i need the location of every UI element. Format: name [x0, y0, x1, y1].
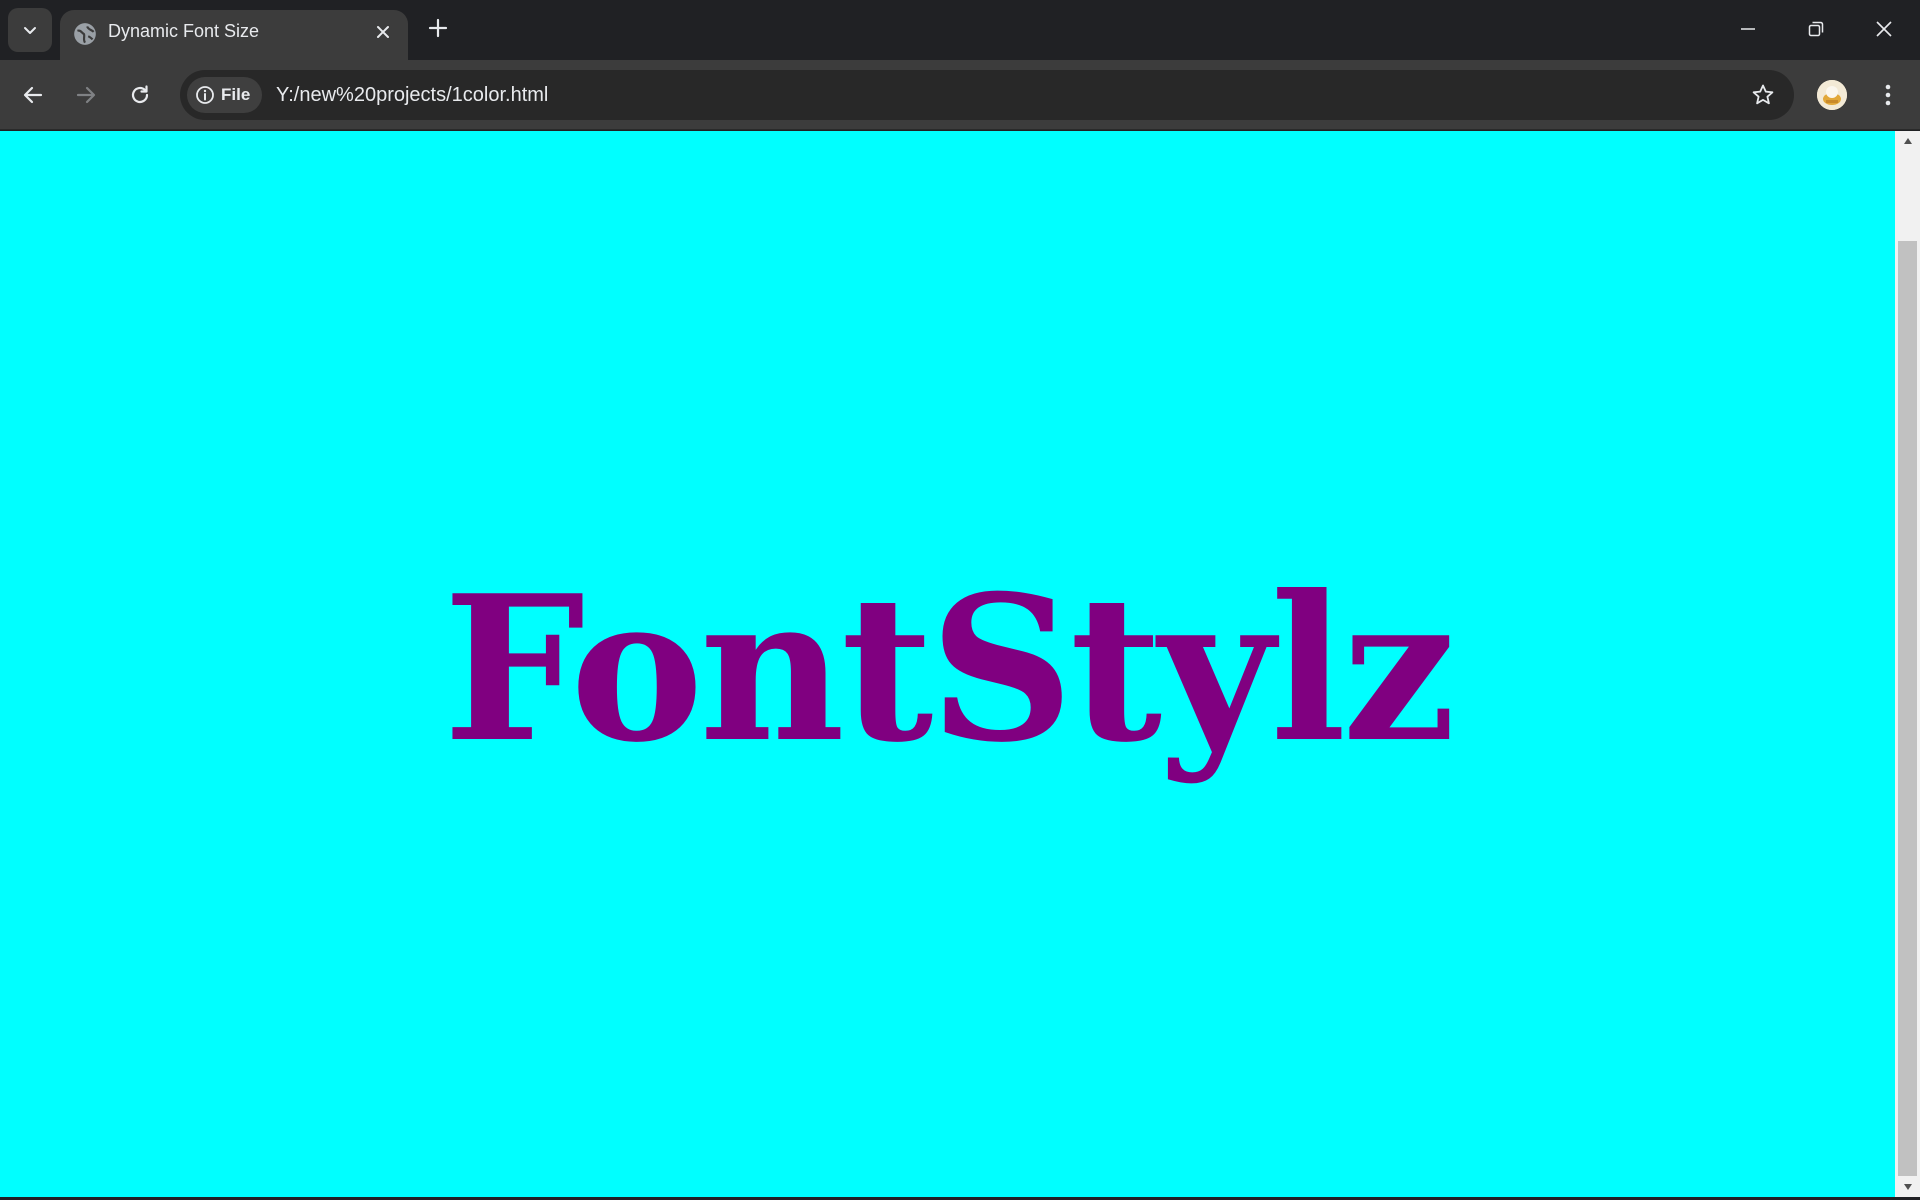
scrollbar-thumb[interactable] — [1898, 241, 1917, 1176]
minimize-button[interactable] — [1714, 0, 1782, 58]
reload-icon — [131, 85, 149, 104]
back-button[interactable] — [11, 73, 55, 117]
avatar-icon — [1817, 80, 1847, 110]
restore-button[interactable] — [1782, 0, 1850, 58]
tab-title: Dynamic Font Size — [108, 21, 260, 41]
profile-avatar[interactable] — [1817, 80, 1847, 110]
vertical-scrollbar[interactable] — [1895, 131, 1920, 1197]
globe-icon — [74, 23, 96, 45]
forward-button[interactable] — [64, 73, 108, 117]
browser-toolbar: File Y:/new%20projects/1color.html — [0, 60, 1920, 130]
tab-search-button[interactable] — [8, 8, 52, 52]
browser-menu-button[interactable] — [1870, 77, 1906, 113]
site-chip-label: File — [221, 85, 251, 104]
chevron-down-icon — [24, 27, 36, 34]
close-icon — [1876, 21, 1892, 37]
triangle-down-icon — [1903, 1184, 1912, 1190]
bookmark-button[interactable] — [1746, 78, 1780, 112]
minimize-icon — [1741, 28, 1755, 30]
star-icon — [1752, 84, 1774, 105]
new-tab-button[interactable] — [420, 10, 456, 46]
address-bar[interactable]: File Y:/new%20projects/1color.html — [180, 70, 1794, 120]
more-vertical-icon — [1885, 84, 1891, 106]
site-info-chip[interactable]: File — [187, 77, 263, 113]
active-tab[interactable]: Dynamic Font Size — [60, 10, 408, 60]
close-window-button[interactable] — [1850, 0, 1918, 58]
page-headline: FontStylz — [443, 551, 1456, 787]
triangle-up-icon — [1903, 138, 1912, 144]
reload-button[interactable] — [118, 73, 162, 117]
tab-strip: Dynamic Font Size — [0, 0, 1920, 60]
close-tab-button[interactable] — [370, 19, 396, 45]
scroll-down-button[interactable] — [1895, 1177, 1920, 1197]
restore-icon — [1808, 21, 1824, 37]
info-icon — [196, 86, 214, 104]
arrow-left-icon — [23, 86, 43, 104]
url-text[interactable]: Y:/new%20projects/1color.html — [276, 70, 548, 120]
plus-icon — [428, 18, 448, 38]
scroll-up-button[interactable] — [1895, 131, 1920, 151]
page-viewport: FontStylz — [0, 131, 1895, 1197]
close-icon — [377, 26, 389, 38]
arrow-right-icon — [76, 86, 96, 104]
